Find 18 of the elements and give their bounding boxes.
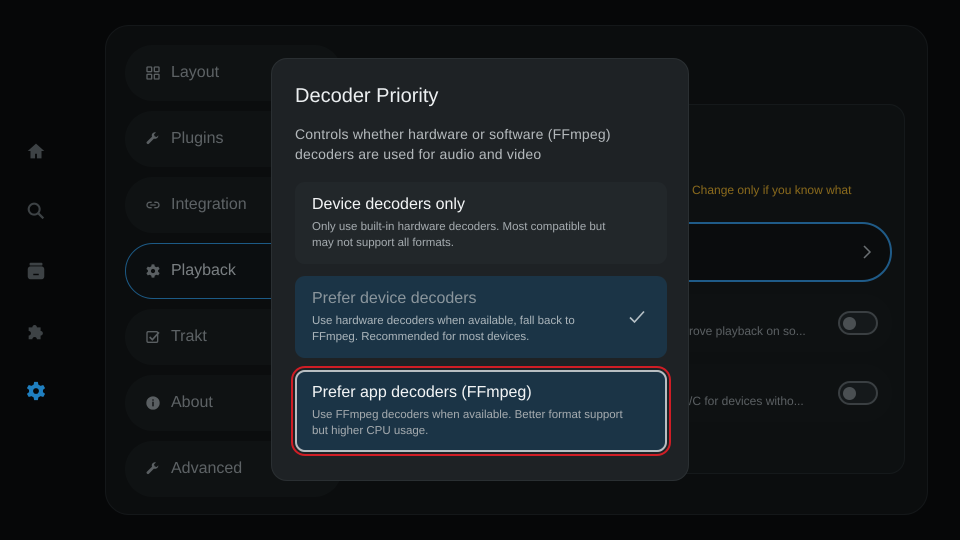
gear-icon [145, 263, 161, 279]
wrench-icon [145, 461, 161, 477]
toggle-switch[interactable] [838, 381, 878, 405]
check-icon [629, 310, 645, 324]
option-card[interactable]: Prefer device decoders Use hardware decoders when available, fall back to FFmpeg. Recommended for most devices. [295, 276, 667, 358]
wrench-icon [145, 131, 161, 147]
toggle-switch[interactable] [838, 311, 878, 335]
setting-description: rove playback on so... [689, 323, 806, 340]
search-icon[interactable] [25, 200, 47, 222]
grid-icon [145, 65, 161, 81]
option-card[interactable]: Device decoders only Only use built-in hardware decoders. Most compatible but may not support all formats. [295, 182, 667, 264]
setting-description: /C for devices witho... [689, 393, 804, 410]
warning-text: Change only if you know what [691, 182, 852, 199]
box-icon[interactable] [25, 260, 47, 282]
info-icon [145, 395, 161, 411]
checkbox-icon [145, 329, 161, 345]
settings-icon[interactable] [25, 380, 47, 402]
chevron-right-icon [862, 245, 872, 259]
